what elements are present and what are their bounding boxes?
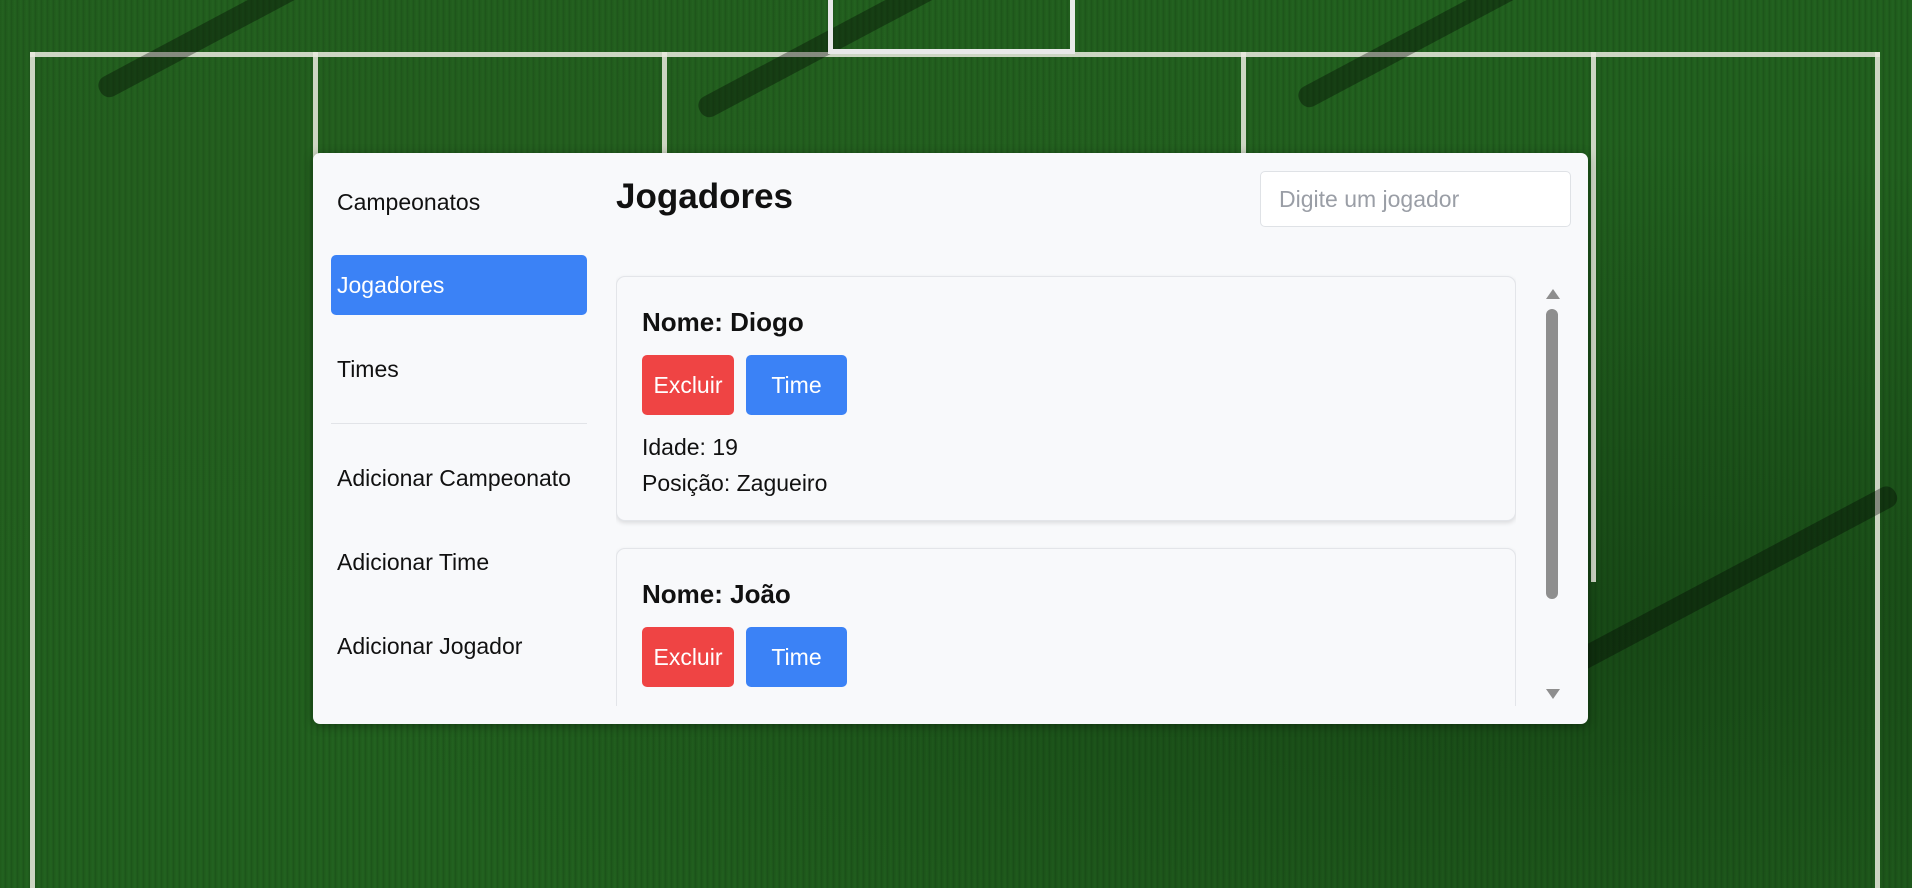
sidebar-item-times[interactable]: Times: [331, 339, 587, 399]
sidebar-item-jogadores[interactable]: Jogadores: [331, 255, 587, 315]
sidebar-divider: [331, 423, 587, 424]
list-scrollbar[interactable]: [1541, 281, 1563, 706]
scroll-thumb[interactable]: [1546, 309, 1558, 599]
player-team-button[interactable]: Time: [746, 627, 847, 687]
page-title: Jogadores: [616, 177, 793, 216]
goal-frame: [828, 0, 1075, 54]
player-search-input[interactable]: [1260, 171, 1571, 227]
scroll-down-arrow-icon[interactable]: [1546, 689, 1560, 699]
player-name: Nome: João: [642, 579, 791, 609]
delete-player-button[interactable]: Excluir: [642, 355, 734, 415]
player-list[interactable]: Nome: Diogo Excluir Time Idade: 19 Posiç…: [616, 273, 1516, 706]
delete-player-button[interactable]: Excluir: [642, 627, 734, 687]
player-team-button[interactable]: Time: [746, 355, 847, 415]
sidebar-item-adicionar-time[interactable]: Adicionar Time: [331, 532, 587, 592]
sidebar-item-adicionar-campeonato[interactable]: Adicionar Campeonato: [331, 448, 587, 508]
scroll-up-arrow-icon[interactable]: [1546, 289, 1560, 299]
player-position: Posição: Zagueiro: [642, 470, 828, 496]
player-name: Nome: Diogo: [642, 307, 804, 337]
player-age: Idade: 19: [642, 434, 738, 460]
sidebar-item-campeonatos[interactable]: Campeonatos: [331, 172, 587, 232]
players-panel: Campeonatos Jogadores Times Adicionar Ca…: [313, 153, 1588, 724]
player-card: Nome: Diogo Excluir Time Idade: 19 Posiç…: [616, 276, 1516, 521]
player-card: Nome: João Excluir Time: [616, 548, 1516, 706]
sidebar-item-adicionar-jogador[interactable]: Adicionar Jogador: [331, 616, 587, 676]
